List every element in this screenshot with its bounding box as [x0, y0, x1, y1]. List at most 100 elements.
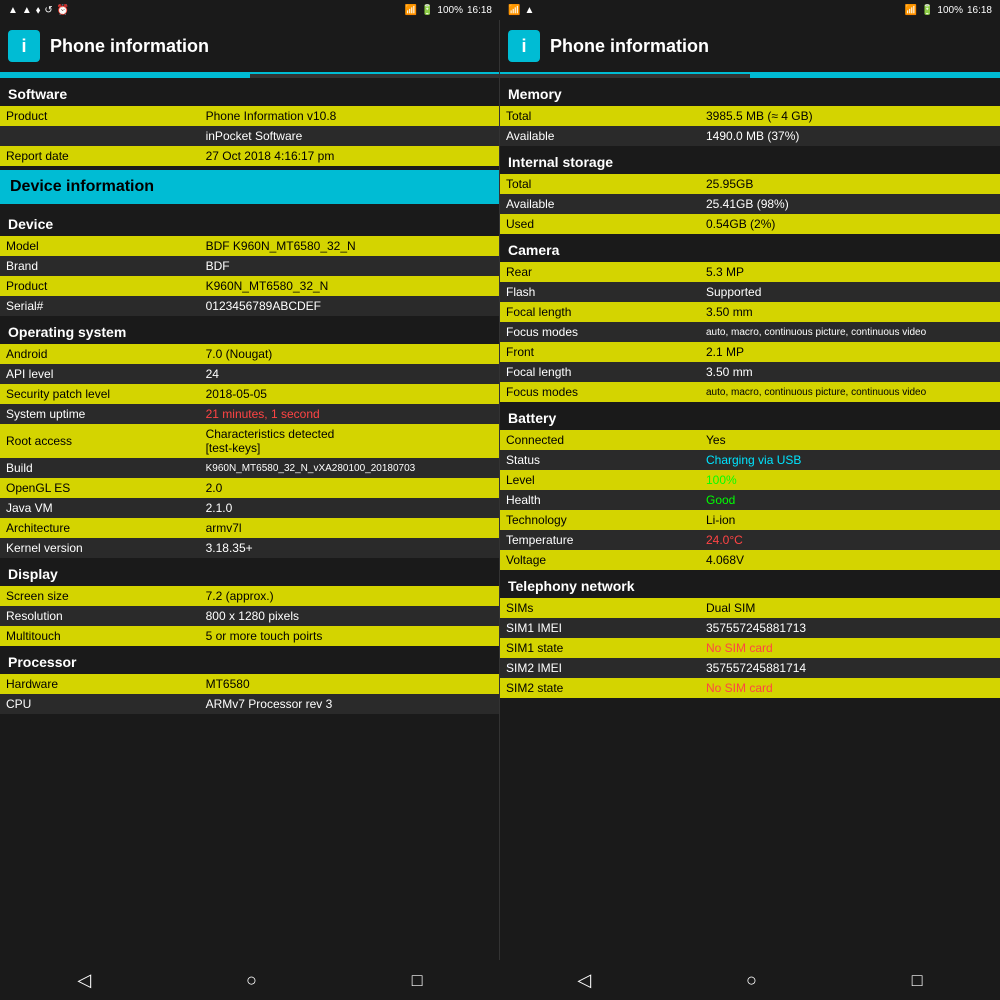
table-row: Hardware MT6580	[0, 674, 499, 694]
label: Technology	[500, 510, 700, 530]
processor-header: Processor	[0, 646, 499, 674]
recent-button-left[interactable]: □	[412, 970, 423, 991]
value: 1490.0 MB (37%)	[700, 126, 1000, 146]
table-row: SIM1 IMEI 357557245881713	[500, 618, 1000, 638]
table-row: Level 100%	[500, 470, 1000, 490]
value: 3985.5 MB (≈ 4 GB)	[700, 106, 1000, 126]
value: 100%	[700, 470, 1000, 490]
left-panel-icon: i	[8, 30, 40, 62]
value: armv7l	[200, 518, 499, 538]
left-tab-bar	[0, 74, 499, 78]
signal-icon-r2: 📶	[904, 5, 916, 16]
table-row: Focus modes auto, macro, continuous pict…	[500, 322, 1000, 342]
storage-table: Total 25.95GB Available 25.41GB (98%) Us…	[500, 174, 1000, 234]
label: Flash	[500, 282, 700, 302]
table-row: Root access Characteristics detected[tes…	[0, 424, 499, 458]
value: MT6580	[200, 674, 499, 694]
home-button-right[interactable]: ○	[746, 970, 757, 991]
label: Security patch level	[0, 384, 200, 404]
right-panel-title: Phone information	[550, 36, 709, 57]
status-bar-left: ▲ ▲ ⬧ ↺ ⏰ 📶 🔋 100% 16:18	[0, 0, 500, 20]
left-tab-2[interactable]	[250, 74, 500, 78]
home-button-left[interactable]: ○	[246, 970, 257, 991]
value: 2.1 MP	[700, 342, 1000, 362]
table-row: SIM2 IMEI 357557245881714	[500, 658, 1000, 678]
label: Root access	[0, 424, 200, 458]
table-row: API level 24	[0, 364, 499, 384]
right-tab-1[interactable]	[500, 74, 750, 78]
value: 25.41GB (98%)	[700, 194, 1000, 214]
table-row: Total 3985.5 MB (≈ 4 GB)	[500, 106, 1000, 126]
label: Serial#	[0, 296, 200, 316]
signal-icon: ▲	[8, 5, 18, 16]
value: ARMv7 Processor rev 3	[200, 694, 499, 714]
telephony-table: SIMs Dual SIM SIM1 IMEI 357557245881713 …	[500, 598, 1000, 698]
storage-header: Internal storage	[500, 146, 1000, 174]
table-row: Focal length 3.50 mm	[500, 302, 1000, 322]
table-row: Java VM 2.1.0	[0, 498, 499, 518]
value: 27 Oct 2018 4:16:17 pm	[200, 146, 499, 166]
label: Report date	[0, 146, 200, 166]
value: inPocket Software	[200, 126, 499, 146]
battery-icon-r: 🔋	[921, 5, 933, 16]
table-row: Voltage 4.068V	[500, 550, 1000, 570]
label: Product	[0, 276, 200, 296]
camera-table: Rear 5.3 MP Flash Supported Focal length…	[500, 262, 1000, 402]
table-row: Report date 27 Oct 2018 4:16:17 pm	[0, 146, 499, 166]
table-row: Front 2.1 MP	[500, 342, 1000, 362]
os-header: Operating system	[0, 316, 499, 344]
label: SIMs	[500, 598, 700, 618]
recent-button-right[interactable]: □	[912, 970, 923, 991]
table-row: Temperature 24.0°C	[500, 530, 1000, 550]
back-button-right[interactable]: ◁	[577, 970, 591, 991]
left-panel: i Phone information Software Product Pho…	[0, 20, 500, 960]
os-table: Android 7.0 (Nougat) API level 24 Securi…	[0, 344, 499, 558]
value: 357557245881713	[700, 618, 1000, 638]
label: Temperature	[500, 530, 700, 550]
back-button-left[interactable]: ◁	[77, 970, 91, 991]
table-row: Flash Supported	[500, 282, 1000, 302]
value: 24.0°C	[700, 530, 1000, 550]
table-row: inPocket Software	[0, 126, 499, 146]
value: Good	[700, 490, 1000, 510]
battery-header: Battery	[500, 402, 1000, 430]
camera-header: Camera	[500, 234, 1000, 262]
software-header: Software	[0, 78, 499, 106]
value: 3.50 mm	[700, 362, 1000, 382]
value: Supported	[700, 282, 1000, 302]
value: Charging via USB	[700, 450, 1000, 470]
label	[0, 126, 200, 146]
label: Health	[500, 490, 700, 510]
value: Yes	[700, 430, 1000, 450]
value: 0123456789ABCDEF	[200, 296, 499, 316]
telephony-header: Telephony network	[500, 570, 1000, 598]
left-tab-1[interactable]	[0, 74, 250, 78]
table-row: Architecture armv7l	[0, 518, 499, 538]
alarm-icon: ⏰	[57, 5, 69, 16]
label: Front	[500, 342, 700, 362]
display-table: Screen size 7.2 (approx.) Resolution 800…	[0, 586, 499, 646]
label: Available	[500, 126, 700, 146]
value: No SIM card	[700, 638, 1000, 658]
value: BDF K960N_MT6580_32_N	[200, 236, 499, 256]
label: Status	[500, 450, 700, 470]
signal-icon2: 📶	[404, 5, 416, 16]
label: Total	[500, 106, 700, 126]
device-info-header: Device information	[0, 170, 499, 204]
display-header: Display	[0, 558, 499, 586]
value: auto, macro, continuous picture, continu…	[700, 382, 1000, 402]
table-row: OpenGL ES 2.0	[0, 478, 499, 498]
table-row: Product K960N_MT6580_32_N	[0, 276, 499, 296]
label: Product	[0, 106, 200, 126]
value: 3.18.35+	[200, 538, 499, 558]
table-row: System uptime 21 minutes, 1 second	[0, 404, 499, 424]
label: Focus modes	[500, 322, 700, 342]
value: No SIM card	[700, 678, 1000, 698]
label: Multitouch	[0, 626, 200, 646]
table-row: Security patch level 2018-05-05	[0, 384, 499, 404]
value: Li-ion	[700, 510, 1000, 530]
right-tab-2[interactable]	[750, 74, 1000, 78]
time-1: 16:18	[467, 5, 492, 16]
label: Voltage	[500, 550, 700, 570]
device-header: Device	[0, 208, 499, 236]
